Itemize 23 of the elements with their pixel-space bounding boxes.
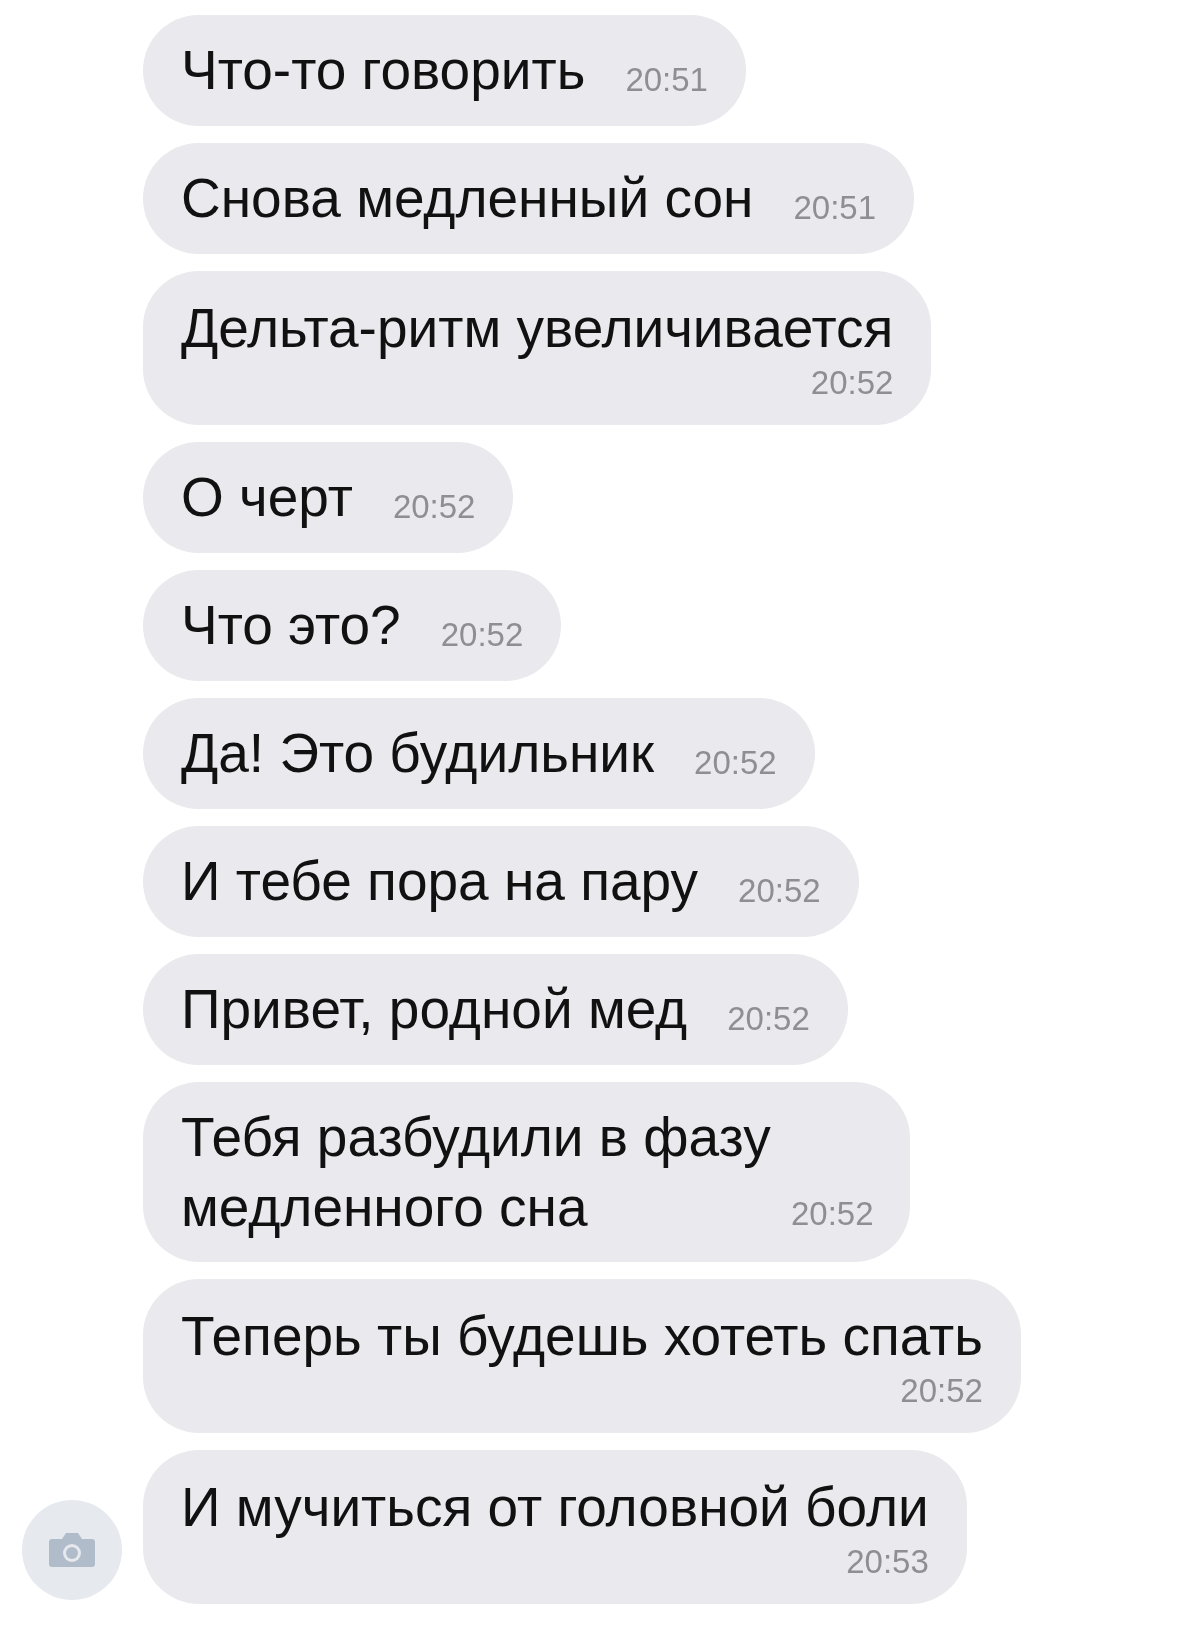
message-time: 20:51 <box>625 59 708 100</box>
message-time: 20:52 <box>810 363 894 403</box>
message-text: Что это? <box>181 593 401 659</box>
message-time: 20:52 <box>392 486 476 527</box>
message-text: Снова медленный сон <box>181 166 754 232</box>
message-text: Теперь ты будешь хотеть спать <box>181 1304 983 1369</box>
message-time: 20:51 <box>793 187 877 228</box>
message-time: 20:52 <box>694 742 777 783</box>
message-text: Дельта-ритм увеличивается <box>181 296 894 361</box>
camera-icon <box>47 1531 96 1569</box>
message-text: Да! Это будильник <box>181 721 655 787</box>
message-text: Привет, родной мед <box>181 977 688 1043</box>
message-time: 20:53 <box>846 1542 929 1582</box>
message-time: 20:52 <box>900 1371 983 1411</box>
message-time: 20:52 <box>440 614 524 655</box>
message-text: И тебе пора на пару <box>181 849 699 915</box>
message-text: И мучиться от головной боли <box>181 1475 929 1540</box>
message-text: Тебя разбудили в фазу медленного сна <box>181 1105 771 1240</box>
message-text: Что-то говорить <box>181 38 586 104</box>
message-text: О черт <box>181 465 353 531</box>
message-time: 20:52 <box>727 998 810 1039</box>
message-time: 20:52 <box>738 870 821 911</box>
message-time: 20:52 <box>791 1194 874 1234</box>
